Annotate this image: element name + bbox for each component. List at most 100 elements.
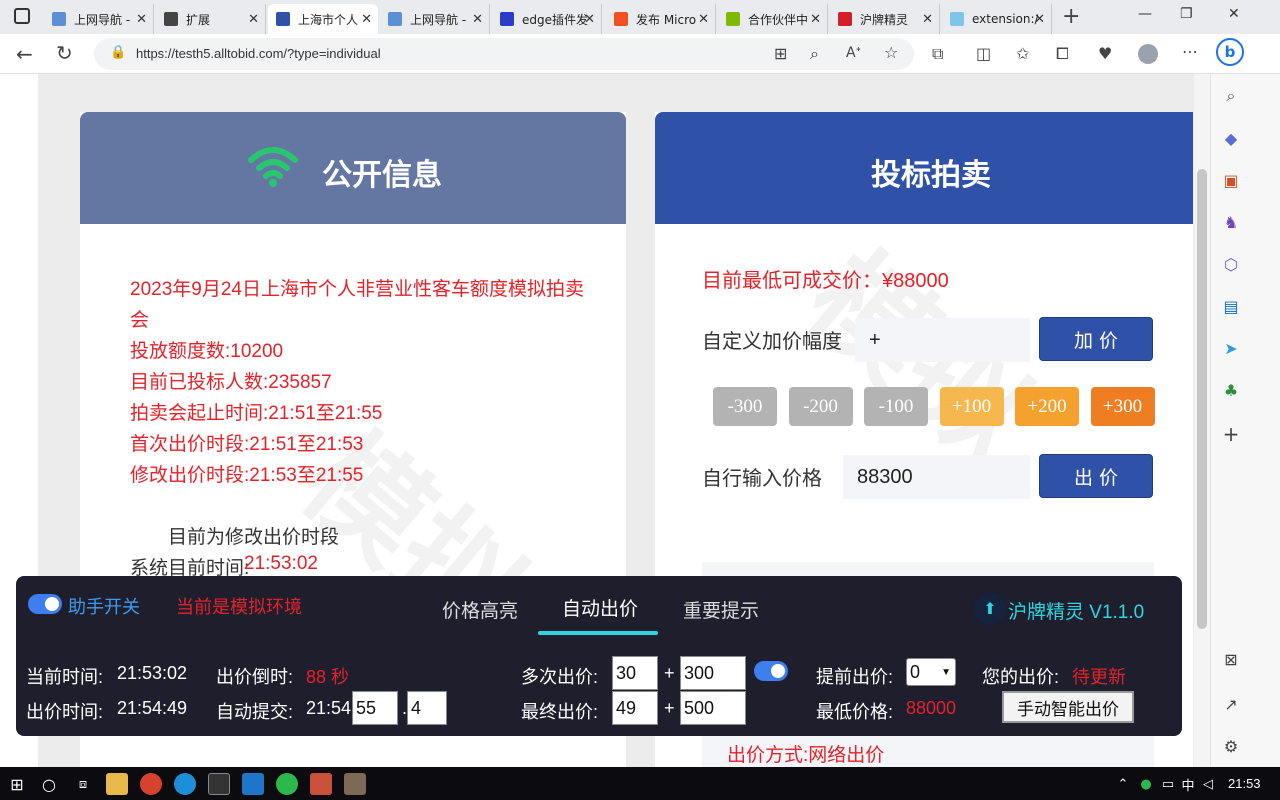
back-icon[interactable]: ← (16, 44, 33, 64)
microsoft-365-icon[interactable]: ⬡ (1221, 254, 1241, 274)
browser-tab[interactable]: 上海市个人 ✕ (268, 4, 378, 34)
bid-button[interactable]: 出 价 (1039, 454, 1153, 498)
tab-close-icon[interactable]: ✕ (248, 12, 259, 27)
tab-title: edge插件发 (522, 12, 588, 27)
split-screen-icon[interactable]: ◫ (976, 46, 991, 62)
multi-bid-label: 多次出价: (521, 667, 599, 687)
tab-close-icon[interactable]: ✕ (136, 12, 147, 27)
info-line-5: 拍卖会起止时间:21:51至21:55 (130, 403, 383, 424)
volume-icon[interactable]: ◁ (1200, 773, 1216, 795)
favorites-icon[interactable]: ✩ (1016, 46, 1029, 62)
lock-icon: 🔒 (110, 45, 127, 60)
tab-price-highlight[interactable]: 价格高亮 (442, 596, 518, 623)
open-external-icon[interactable]: ↗ (1221, 694, 1241, 714)
add-price-button[interactable]: 加 价 (1039, 317, 1153, 361)
tree-icon[interactable]: ♣ (1221, 380, 1241, 400)
browser-tab[interactable]: 上网导航 - ✕ (380, 4, 490, 34)
tab-important-notes[interactable]: 重要提示 (683, 596, 759, 623)
edge-taskbar-icon[interactable] (174, 773, 196, 795)
final-plus-sign: + (664, 698, 675, 718)
games-icon[interactable]: ♞ (1221, 212, 1241, 232)
chrome-icon[interactable] (140, 773, 162, 795)
tools-icon[interactable]: ▣ (1221, 170, 1241, 190)
zoom-icon[interactable]: ⌕ (810, 46, 819, 62)
multi-bid-amount-input[interactable]: 300 (680, 656, 746, 690)
pen-icon[interactable] (344, 773, 366, 795)
favorite-star-icon[interactable]: ☆ (884, 45, 898, 61)
custom-increment-input[interactable]: + (855, 318, 1030, 362)
read-aloud-icon[interactable]: Aᐩ (846, 46, 861, 60)
collections-icon[interactable]: ⧠ (1056, 46, 1069, 62)
tab-auto-bid[interactable]: 自动出价 (562, 594, 638, 621)
immersive-reader-icon[interactable]: ⊞ (774, 46, 787, 62)
multi-bid-toggle[interactable] (754, 661, 788, 681)
browser-tab[interactable]: 上网导航 - ✕ (44, 4, 154, 34)
increment-button[interactable]: +300 (1090, 387, 1155, 426)
shopping-tag-icon[interactable]: ◆ (1221, 128, 1241, 148)
increment-button[interactable]: +100 (939, 387, 1004, 426)
tab-close-icon[interactable]: ✕ (1034, 12, 1045, 27)
assistant-toggle[interactable] (28, 594, 62, 614)
outlook-icon[interactable]: ▤ (1221, 296, 1241, 316)
manual-smart-bid-button[interactable]: 手动智能出价 (1002, 691, 1134, 723)
browser-tab[interactable]: extension:/✕ (942, 4, 1052, 34)
browser-tab[interactable]: 发布 Micro ✕ (606, 4, 716, 34)
ime-icon[interactable]: 中 (1180, 773, 1196, 795)
app-icon[interactable] (310, 773, 332, 795)
increment-button[interactable]: -200 (788, 387, 853, 426)
auto-submit-seconds-input[interactable]: 55 (352, 691, 398, 725)
increment-button[interactable]: +200 (1015, 387, 1079, 426)
extensions-icon[interactable]: ⧉ (932, 46, 943, 62)
tab-close-icon[interactable]: ✕ (922, 12, 933, 27)
browser-tab[interactable]: edge插件发 ✕ (492, 4, 602, 34)
more-menu-icon[interactable]: ⋯ (1182, 44, 1198, 60)
wechat-icon[interactable] (276, 773, 298, 795)
screenshot-icon[interactable]: ⊠ (1221, 649, 1241, 669)
refresh-icon[interactable]: ↻ (56, 43, 73, 63)
tab-actions-icon[interactable] (14, 8, 30, 24)
url-field[interactable]: 🔒 https://testh5.alltobid.com/?type=indi… (94, 38, 914, 70)
multi-bid-seconds-input[interactable]: 30 (612, 656, 658, 690)
search-icon[interactable]: ⌕ (1221, 86, 1241, 106)
final-bid-amount-input[interactable]: 500 (680, 691, 746, 725)
terminal-icon[interactable] (208, 773, 230, 795)
tab-close-icon[interactable]: ✕ (361, 12, 372, 27)
tab-close-icon[interactable]: ✕ (698, 12, 709, 27)
scrollbar[interactable] (1194, 74, 1210, 767)
auto-submit-label: 自动提交: (216, 702, 294, 722)
tray-chevron-icon[interactable]: ⌃ (1116, 773, 1130, 795)
network-icon[interactable]: ▭ (1160, 773, 1176, 795)
search-circle-icon[interactable]: ○ (38, 773, 60, 795)
restore-icon[interactable]: ❐ (1180, 6, 1193, 22)
tab-close-icon[interactable]: ✕ (810, 12, 821, 27)
wechat-tray-icon[interactable]: ● (1138, 773, 1154, 795)
browser-tab[interactable]: 扩展 ✕ (156, 4, 266, 34)
increment-button[interactable]: -300 (713, 387, 777, 426)
min-price-text: 目前最低可成交价：¥88000 (702, 270, 949, 292)
settings-gear-icon[interactable]: ⚙ (1221, 736, 1241, 756)
add-icon[interactable]: + (1221, 422, 1241, 446)
price-input[interactable]: 88300 (843, 455, 1030, 499)
close-window-icon[interactable]: ✕ (1228, 6, 1240, 22)
task-view-icon[interactable]: ⧈ (72, 773, 94, 795)
final-bid-seconds-input[interactable]: 49 (612, 691, 658, 725)
increment-button[interactable]: -100 (864, 387, 928, 426)
tab-title: 上海市个人 (298, 12, 359, 27)
scrollbar-thumb[interactable] (1197, 169, 1207, 629)
browser-tab[interactable]: 合作伙伴中 ✕ (718, 4, 828, 34)
new-tab-button[interactable]: + (1062, 6, 1080, 28)
copilot-icon[interactable]: b (1216, 38, 1244, 66)
send-icon[interactable]: ➤ (1221, 338, 1241, 358)
tab-close-icon[interactable]: ✕ (584, 12, 595, 27)
clock[interactable]: 21:53 (1228, 776, 1261, 791)
avatar[interactable] (1138, 44, 1158, 64)
advance-bid-select[interactable]: 0 ▼ (906, 658, 956, 686)
file-explorer-icon[interactable] (106, 773, 128, 795)
tab-close-icon[interactable]: ✕ (472, 12, 483, 27)
minimize-icon[interactable]: — (1138, 6, 1152, 22)
windows-start-icon[interactable]: ⊞ (6, 773, 28, 795)
auto-submit-ms-input[interactable]: 4 (407, 691, 447, 725)
browser-essentials-icon[interactable]: ♥ (1098, 46, 1112, 62)
vscode-icon[interactable] (242, 773, 264, 795)
browser-tab[interactable]: 沪牌精灵 ✕ (830, 4, 940, 34)
